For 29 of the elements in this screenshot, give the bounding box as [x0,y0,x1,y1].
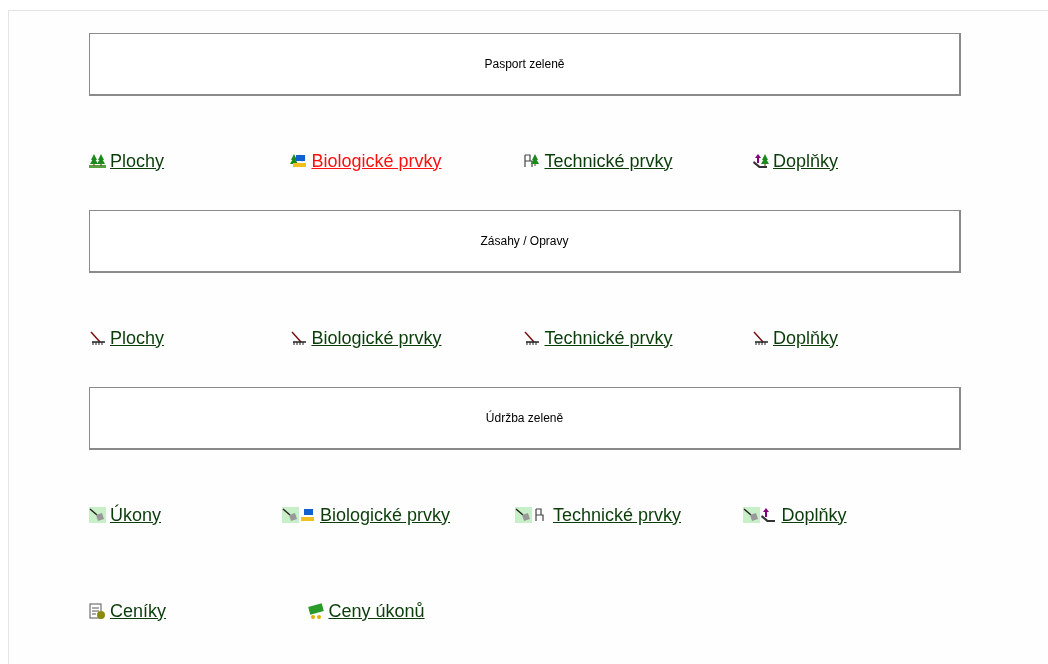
nav-link[interactable]: Technické prvky [523,147,673,175]
nav-link[interactable]: Biologické prvky [290,324,442,352]
rake-icon [89,330,106,346]
nav-link[interactable]: Biologické prvky [290,147,442,175]
nav-link[interactable]: Ceny úkonů [307,597,425,625]
rake-icon [290,330,308,346]
section-header: Údržba zeleně [89,387,961,450]
rake-icon [523,330,541,346]
nav-link[interactable]: Biologické prvky [281,501,451,529]
tree-icon [290,153,308,169]
nav-link[interactable]: Doplňky [743,501,847,529]
nav-link[interactable]: Plochy [89,324,165,352]
shovel-icon [281,507,316,523]
trees-icon [89,153,106,169]
shovel-icon [89,507,106,523]
nav-link[interactable]: Plochy [89,147,165,175]
section-header: Zásahy / Opravy [89,210,961,273]
nav-link[interactable]: Doplňky [752,324,838,352]
nav-link[interactable]: Doplňky [752,147,838,175]
nav-link[interactable]: Technické prvky [514,501,682,529]
chair-icon [523,153,541,169]
nav-link[interactable]: Technické prvky [523,324,673,352]
nav-link[interactable]: Úkony [89,501,162,529]
nav-link[interactable]: Ceníky [89,597,167,625]
shovel-icon [743,507,778,523]
rake-icon [752,330,769,346]
section-header: Pasport zeleně [89,33,961,96]
document-icon [89,603,106,619]
banknote-icon [307,603,325,619]
